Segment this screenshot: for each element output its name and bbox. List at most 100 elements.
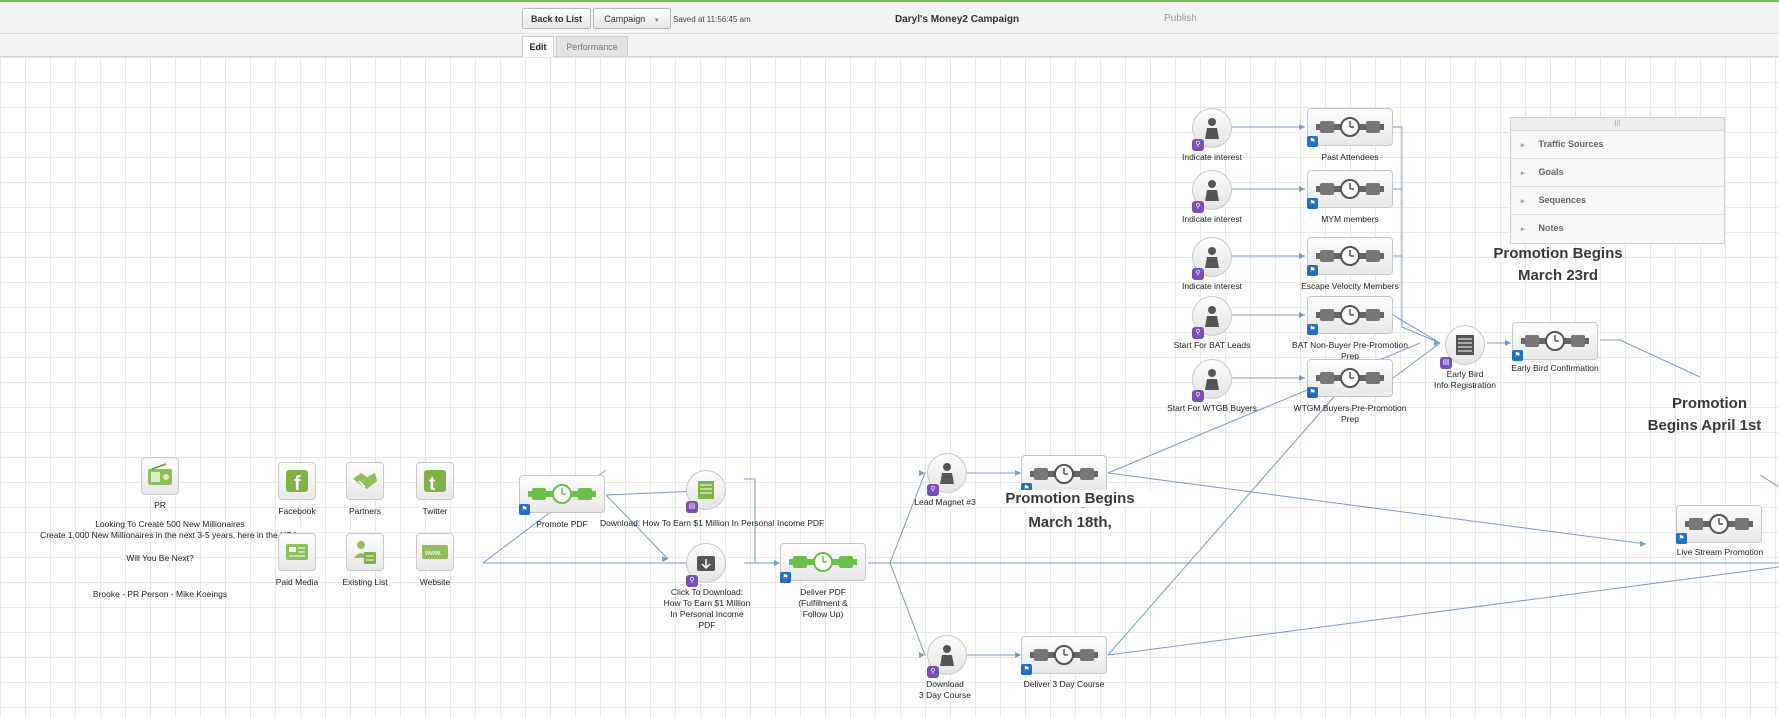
page-tag-icon: ▤ <box>1440 357 1452 369</box>
link-tag-icon: ⚲ <box>927 484 939 496</box>
tab-performance[interactable]: Performance <box>556 36 628 56</box>
panel-item-label: Goals <box>1538 167 1564 177</box>
flag-icon: ⚑ <box>1307 198 1318 209</box>
click-download-label-4: PDF <box>698 620 716 630</box>
wire-right-edge <box>1759 474 1779 488</box>
flag-icon: ⚑ <box>1676 533 1687 544</box>
panel-item-label: Sequences <box>1538 195 1587 205</box>
panel-drag-handle[interactable]: ||| <box>1511 118 1724 131</box>
deliver-pdf-label-1: Deliver PDF <box>800 587 846 597</box>
download-page-label: Download: How To Earn $1 Million In Pers… <box>600 518 825 528</box>
partners-handshake-icon[interactable] <box>346 462 384 500</box>
wire-confirm-out <box>1600 339 1701 378</box>
panel-item-traffic-sources[interactable]: ▸ Traffic Sources <box>1511 131 1724 159</box>
campaign-title: Daryl's Money2 Campaign <box>895 14 1020 25</box>
svg-text:www.: www. <box>424 550 442 557</box>
annotation-april1-line1: Promotion <box>1672 395 1747 412</box>
past-attendees-node[interactable] <box>1307 108 1393 146</box>
wire-deliver3day-live <box>1107 566 1779 656</box>
tab-edit[interactable]: Edit <box>522 36 554 57</box>
download-3day-label-2: 3 Day Course <box>919 690 971 700</box>
website-icon[interactable]: www. <box>416 533 454 571</box>
wire-deliver-leadmagnet <box>868 472 926 564</box>
panel-item-label: Traffic Sources <box>1538 139 1604 149</box>
wtgm-prep-label-2: Prep <box>1341 414 1359 424</box>
link-tag-icon: ⚲ <box>1192 201 1204 213</box>
page-tag-icon: ▤ <box>686 501 698 513</box>
publish-button[interactable]: Publish <box>1164 13 1197 24</box>
panel-item-sequences[interactable]: ▸ Sequences <box>1511 187 1724 215</box>
deliver-lead-magnet-3-node[interactable] <box>1021 455 1107 493</box>
lead-magnet-3-label: Lead Magnet #3 <box>914 497 976 507</box>
chevron-down-icon: ▼ <box>653 18 660 24</box>
wtgm-prep-node[interactable] <box>1307 359 1393 397</box>
radio-icon[interactable] <box>141 457 179 495</box>
deliver-3day-node[interactable] <box>1021 636 1107 674</box>
pr-text-line1: Looking To Create 500 New Millionaires <box>95 519 245 529</box>
start-wtgb-label: Start For WTGB Buyers <box>1167 403 1257 413</box>
flag-icon: ⚑ <box>1307 387 1318 398</box>
panel-item-goals[interactable]: ▸ Goals <box>1511 159 1724 187</box>
early-bird-confirmation-node[interactable] <box>1512 322 1598 360</box>
start-bat-label: Start For BAT Leads <box>1173 340 1251 350</box>
early-bird-registration-label-2: Info Registration <box>1434 380 1496 390</box>
tab-bar: Edit Performance <box>0 34 1779 57</box>
annotation-march18-line1: Promotion Begins <box>985 490 1155 507</box>
escape-velocity-label: Escape Velocity Members <box>1301 281 1399 291</box>
toolbar: Back to List Campaign ▼ Saved at 11:56:4… <box>0 2 1779 34</box>
link-tag-icon: ⚲ <box>1192 390 1204 402</box>
bat-prep-label-1: BAT Non-Buyer Pre-Promotion <box>1292 340 1408 350</box>
pr-text-line4: Brooke - PR Person - Mike Koeings <box>92 589 228 599</box>
click-download-label-2: How To Earn $1 Million <box>663 598 751 608</box>
annotation-march18-line2: March 18th, <box>1028 514 1112 531</box>
link-tag-icon: ⚲ <box>686 575 698 587</box>
paid-media-label: Paid Media <box>275 577 319 587</box>
website-label: Website <box>419 577 451 587</box>
svg-text:f: f <box>294 473 301 495</box>
flag-icon: ⚑ <box>1307 265 1318 276</box>
live-stream-promotion-node[interactable] <box>1676 505 1762 543</box>
chevron-right-icon: ▸ <box>1521 142 1525 149</box>
link-tag-icon: ⚲ <box>1192 268 1204 280</box>
chevron-right-icon: ▸ <box>1521 226 1525 233</box>
promote-pdf-node[interactable] <box>519 475 605 513</box>
indicate-interest-3-label: Indicate interest <box>1181 281 1242 291</box>
side-panel: ||| ▸ Traffic Sources ▸ Goals ▸ Sequences ▸… <box>1510 117 1725 244</box>
indicate-interest-1-label: Indicate interest <box>1181 152 1242 162</box>
wire-batprep-earlybird <box>1392 314 1441 344</box>
annotation-march23-line2: March 23rd <box>1517 267 1599 284</box>
wtgm-prep-label-1: WTGM Buyers Pre-Promotion <box>1293 403 1407 413</box>
flag-icon: ⚑ <box>1512 350 1523 361</box>
paid-media-icon[interactable] <box>278 533 316 571</box>
partners-label: Partners <box>348 506 382 516</box>
facebook-icon[interactable]: f <box>278 462 316 500</box>
link-tag-icon: ⚲ <box>1192 327 1204 339</box>
panel-item-notes[interactable]: ▸ Notes <box>1511 215 1724 242</box>
promote-pdf-label: Promote PDF <box>536 519 588 529</box>
twitter-label: Twitter <box>422 506 448 516</box>
click-download-label-3: In Personal Income <box>670 609 744 619</box>
existing-list-label: Existing List <box>342 577 388 587</box>
svg-text:t: t <box>429 474 436 495</box>
escape-velocity-node[interactable] <box>1307 237 1393 275</box>
deliver-pdf-label-3: Follow Up) <box>802 609 844 619</box>
early-bird-confirmation-label: Early Bird Confirmation <box>1511 363 1599 373</box>
back-to-list-button[interactable]: Back to List <box>522 8 591 29</box>
deliver-pdf-label-2: (Fulfillment & <box>798 598 848 608</box>
link-tag-icon: ⚲ <box>927 666 939 678</box>
deliver-pdf-node[interactable] <box>780 543 866 581</box>
flag-icon: ⚑ <box>1021 664 1032 675</box>
campaign-dropdown-label: Campaign <box>604 14 646 24</box>
mym-members-node[interactable] <box>1307 170 1393 208</box>
bat-prep-node[interactable] <box>1307 296 1393 334</box>
panel-item-label: Notes <box>1538 223 1564 233</box>
download-3day-label-1: Download <box>926 679 964 689</box>
wire-deliverlm-live <box>1107 472 1647 545</box>
existing-list-icon[interactable] <box>346 533 384 571</box>
pr-label: PR <box>154 500 166 510</box>
twitter-icon[interactable]: t <box>416 462 454 500</box>
campaign-canvas[interactable]: PR Looking To Create 500 New Millionaire… <box>0 57 1779 717</box>
saved-status: Saved at 11:56:45 am <box>673 15 751 24</box>
campaign-dropdown[interactable]: Campaign ▼ <box>593 8 671 29</box>
chevron-right-icon: ▸ <box>1521 198 1525 205</box>
